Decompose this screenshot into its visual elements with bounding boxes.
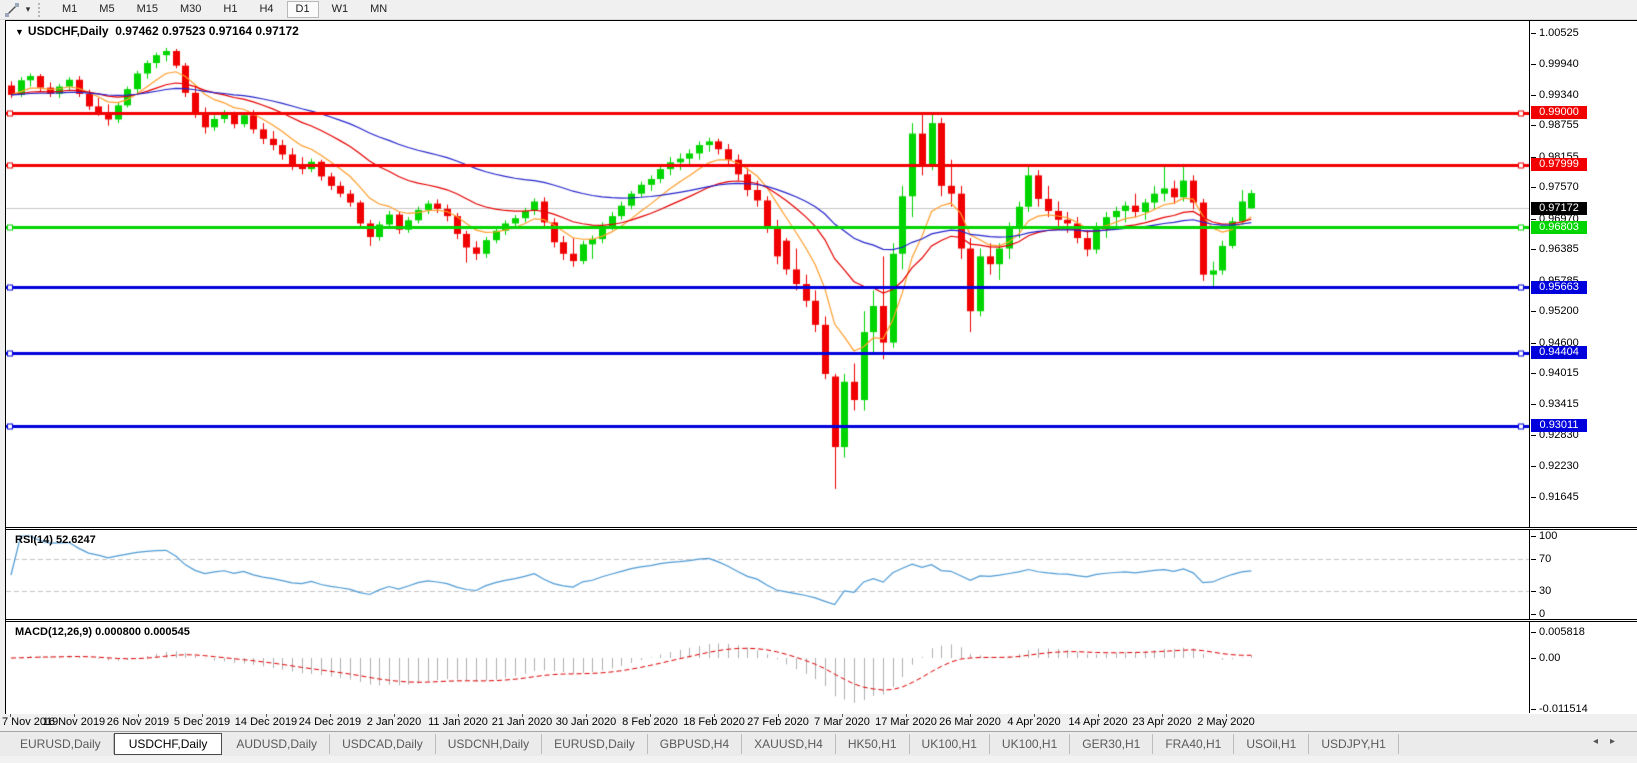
chart-tab-gbpusd-h4[interactable]: GBPUSD,H4 [648, 734, 743, 754]
price-chart-canvas[interactable] [6, 21, 1529, 713]
date-label-27-feb-2020: 27 Feb 2020 [747, 716, 809, 728]
date-label-2-jan-2020: 2 Jan 2020 [366, 716, 422, 728]
chart-tab-usdcnh-daily[interactable]: USDCNH,Daily [436, 734, 543, 754]
price-axis[interactable]: 1.00525 0.99940 0.99340 0.98755 0.98155 0.975… [1529, 21, 1637, 715]
panel-splitter-rsi[interactable] [6, 527, 1637, 530]
chart-tab-audusd-daily[interactable]: AUDUSD,Daily [224, 734, 331, 754]
timeframe-toolbar: ▾ M1 M5 M15 M30 H1 H4 D1 W1 MN [0, 0, 1637, 20]
level-price-tag-0.93011: 0.93011 [1531, 419, 1587, 433]
price-tick-0.96385: 0.96385 [1531, 242, 1579, 256]
price-tick-0.97570: 0.97570 [1531, 180, 1579, 194]
chart-tab-fra40-h1[interactable]: FRA40,H1 [1153, 734, 1235, 754]
rsi-tick-30: 30 [1531, 584, 1551, 598]
price-tick-0.91645: 0.91645 [1531, 490, 1579, 504]
date-label-23-apr-2020: 23 Apr 2020 [1132, 716, 1192, 728]
date-label-26-nov-2019: 26 Nov 2019 [106, 716, 170, 728]
status-strip [0, 756, 1637, 763]
tool-dropdown-caret-icon[interactable]: ▾ [22, 4, 34, 15]
timeframe-button-m15[interactable]: M15 [128, 1, 167, 18]
price-tick-0.94015: 0.94015 [1531, 366, 1579, 380]
chart-tab-usdjpy-h1[interactable]: USDJPY,H1 [1309, 734, 1399, 754]
date-label-30-jan-2020: 30 Jan 2020 [555, 716, 617, 728]
date-label-14-apr-2020: 14 Apr 2020 [1068, 716, 1128, 728]
timeframe-button-m5[interactable]: M5 [90, 1, 123, 18]
date-label-17-mar-2020: 17 Mar 2020 [875, 716, 937, 728]
chart-tab-eurusd-daily[interactable]: EURUSD,Daily [542, 734, 648, 754]
level-price-tag-0.96803: 0.96803 [1531, 220, 1587, 234]
tab-scroll-right-icon[interactable]: ▸ [1610, 736, 1627, 747]
date-label-14-dec-2019: 14 Dec 2019 [234, 716, 298, 728]
date-label-4-apr-2020: 4 Apr 2020 [1007, 716, 1061, 728]
price-tick-0.99340: 0.99340 [1531, 88, 1579, 102]
macd-tick-0.005818: 0.005818 [1531, 625, 1585, 639]
price-tick-0.99940: 0.99940 [1531, 57, 1579, 71]
chart-symbol-period: USDCHF,Daily [27, 24, 109, 38]
chart-tab-xauusd-h4[interactable]: XAUUSD,H4 [742, 734, 836, 754]
timeframe-button-m30[interactable]: M30 [171, 1, 210, 18]
date-label-5-dec-2019: 5 Dec 2019 [173, 716, 231, 728]
chart-ohlc-values: 0.97462 0.97523 0.97164 0.97172 [115, 24, 299, 38]
timeframe-buttons: M1 M5 M15 M30 H1 H4 D1 W1 MN [51, 1, 398, 18]
price-tick-0.92230: 0.92230 [1531, 459, 1579, 473]
crosshair-tool-icon[interactable] [2, 2, 22, 18]
chart-tab-uk100-h1[interactable]: UK100,H1 [990, 734, 1071, 754]
date-axis[interactable]: 7 Nov 2019 16 Nov 2019 26 Nov 2019 5 Dec 20… [0, 714, 1637, 731]
date-label-11-jan-2020: 11 Jan 2020 [428, 716, 488, 728]
date-label-16-nov-2019: 16 Nov 2019 [42, 716, 106, 728]
timeframe-button-h4[interactable]: H4 [250, 1, 282, 18]
macd-indicator-label: MACD(12,26,9) 0.000800 0.000545 [15, 626, 190, 638]
date-label-2-may-2020: 2 May 2020 [1197, 716, 1255, 728]
date-label-24-dec-2019: 24 Dec 2019 [298, 716, 362, 728]
price-tick-0.95200: 0.95200 [1531, 304, 1579, 318]
timeframe-button-w1[interactable]: W1 [323, 1, 358, 18]
chart-title: ▼ USDCHF,Daily 0.97462 0.97523 0.97164 0.… [15, 24, 299, 38]
price-tick-0.93415: 0.93415 [1531, 397, 1579, 411]
date-label-21-jan-2020: 21 Jan 2020 [491, 716, 553, 728]
chart-tab-eurusd-daily[interactable]: EURUSD,Daily [8, 734, 114, 754]
chart-tab-usoil-h1[interactable]: USOil,H1 [1234, 734, 1310, 754]
date-label-26-mar-2020: 26 Mar 2020 [939, 716, 1001, 728]
mt4-window: ▾ M1 M5 M15 M30 H1 H4 D1 W1 MN ▼ USDCHF,Daily 0.9… [0, 0, 1637, 763]
level-price-tag-0.95663: 0.95663 [1531, 280, 1587, 294]
tab-scroll-left-icon[interactable]: ◂ [1593, 736, 1610, 747]
date-label-7-mar-2020: 7 Mar 2020 [814, 716, 870, 728]
level-price-tag-0.94404: 0.94404 [1531, 346, 1587, 360]
price-tick-0.98755: 0.98755 [1531, 118, 1579, 132]
rsi-indicator-label: RSI(14) 52.6247 [15, 534, 96, 546]
level-price-tag-0.97999: 0.97999 [1531, 158, 1587, 172]
rsi-tick-70: 70 [1531, 552, 1551, 566]
current-price-tag: 0.97172 [1531, 201, 1587, 215]
chart-tab-ger30-h1[interactable]: GER30,H1 [1070, 734, 1154, 754]
panel-splitter-macd[interactable] [6, 619, 1637, 622]
macd-tick-0.00: 0.00 [1531, 651, 1560, 665]
tab-scroll-arrows: ◂▸ [1593, 736, 1627, 747]
chart-tab-usdcad-daily[interactable]: USDCAD,Daily [330, 734, 436, 754]
toolbar-grip [38, 2, 45, 17]
chart-tab-uk100-h1[interactable]: UK100,H1 [910, 734, 990, 754]
chart-tab-hk50-h1[interactable]: HK50,H1 [836, 734, 910, 754]
chart-tabs-bar: EURUSD,Daily USDCHF,Daily AUDUSD,Daily USDC… [0, 731, 1637, 756]
price-tick-1.00525: 1.00525 [1531, 26, 1579, 40]
date-label-18-feb-2020: 18 Feb 2020 [683, 716, 745, 728]
level-price-tag-0.99000: 0.99000 [1531, 106, 1587, 120]
rsi-tick-100: 100 [1531, 529, 1557, 543]
chart-window: ▼ USDCHF,Daily 0.97462 0.97523 0.97164 0.… [5, 20, 1637, 715]
chart-tab-usdchf-daily[interactable]: USDCHF,Daily [113, 733, 223, 755]
date-label-8-feb-2020: 8 Feb 2020 [622, 716, 678, 728]
timeframe-button-d1[interactable]: D1 [286, 1, 319, 18]
timeframe-button-h1[interactable]: H1 [214, 1, 246, 18]
timeframe-button-m1[interactable]: M1 [53, 1, 86, 18]
timeframe-button-mn[interactable]: MN [361, 1, 396, 18]
symbol-dropdown-icon[interactable]: ▼ [15, 27, 24, 37]
